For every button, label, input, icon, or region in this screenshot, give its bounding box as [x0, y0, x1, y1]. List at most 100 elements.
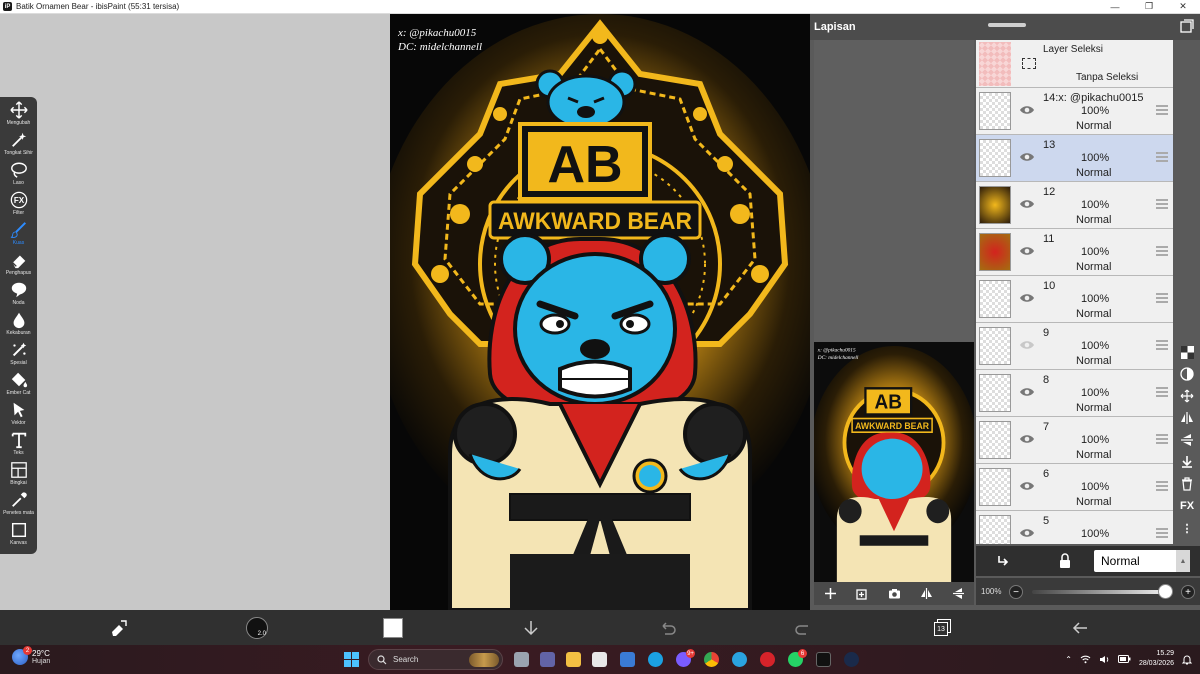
tool-vector[interactable]: Vektor — [0, 401, 37, 431]
add-layer-icon[interactable] — [824, 587, 837, 600]
checkerboard-icon[interactable] — [1180, 344, 1194, 360]
color-button[interactable] — [382, 618, 404, 638]
layer-thumbnail[interactable] — [979, 327, 1011, 365]
tool-canvas[interactable]: Kanvas — [0, 521, 37, 551]
layer-row[interactable]: 7 100% Normal — [976, 417, 1173, 464]
more-options-icon[interactable]: ⋮ — [1180, 520, 1194, 536]
notepad-icon[interactable] — [620, 652, 635, 667]
panel-expand-icon[interactable] — [1180, 19, 1194, 33]
taskbar-search[interactable]: Search — [368, 649, 503, 670]
flip-layer-vertical-icon[interactable] — [1180, 432, 1194, 448]
camera-icon[interactable] — [888, 587, 901, 600]
drag-handle-icon[interactable] — [1156, 152, 1168, 162]
layer-row[interactable]: 13 100% Normal — [976, 135, 1173, 182]
layer-row[interactable]: 8 100% Normal — [976, 370, 1173, 417]
layer-row[interactable]: 9 100% Normal — [976, 323, 1173, 370]
opacity-decrease-button[interactable]: − — [1009, 585, 1023, 599]
file-explorer-icon[interactable] — [566, 652, 581, 667]
messenger-icon[interactable]: 9+ — [676, 649, 695, 667]
tool-lasso[interactable]: Laso — [0, 161, 37, 191]
visibility-eye-icon[interactable] — [1019, 527, 1035, 539]
layer-thumbnail[interactable] — [979, 186, 1011, 224]
tool-eyedropper[interactable]: Penetes mata — [0, 491, 37, 521]
flip-vertical-icon[interactable] — [952, 587, 965, 600]
layer-thumbnail[interactable] — [979, 374, 1011, 412]
visibility-eye-icon[interactable] — [1019, 292, 1035, 304]
whatsapp-icon[interactable]: 6 — [788, 649, 807, 667]
flip-layer-horizontal-icon[interactable] — [1180, 410, 1194, 426]
tool-paint-bucket[interactable]: Ember Cat — [0, 371, 37, 401]
brush-size-button[interactable]: 2.0 — [244, 617, 270, 639]
start-button[interactable] — [344, 652, 359, 667]
flip-horizontal-icon[interactable] — [920, 587, 933, 600]
teams-icon[interactable] — [540, 652, 555, 667]
canvas-preview-thumbnail[interactable]: AB AWKWARD BEAR x: @pikachu0015 DC: mide… — [814, 342, 974, 582]
tool-blur[interactable]: Kekaburan — [0, 311, 37, 341]
quick-tools-button[interactable] — [108, 618, 130, 638]
layer-row[interactable]: 10 100% Normal — [976, 276, 1173, 323]
layer-thumbnail[interactable] — [979, 92, 1011, 130]
app-taskbar-icon[interactable] — [844, 652, 859, 667]
layer-thumbnail[interactable] — [979, 421, 1011, 459]
visibility-eye-icon[interactable] — [1019, 245, 1035, 257]
layer-list[interactable]: Layer Seleksi Tanpa Seleksi 14:x: @pikac… — [976, 40, 1173, 544]
visibility-eye-icon[interactable] — [1019, 151, 1035, 163]
layer-row[interactable]: 11 100% Normal — [976, 229, 1173, 276]
opacity-slider-track[interactable] — [1032, 590, 1166, 594]
visibility-eye-icon[interactable] — [1019, 433, 1035, 445]
layer-row[interactable]: 12 100% Normal — [976, 182, 1173, 229]
panel-drag-handle[interactable] — [988, 23, 1026, 27]
tool-transform[interactable]: Mengubah — [0, 101, 37, 131]
drag-handle-icon[interactable] — [1156, 528, 1168, 538]
layer-thumbnail[interactable] — [979, 280, 1011, 318]
tool-eraser[interactable]: Penghapus — [0, 251, 37, 281]
drag-handle-icon[interactable] — [1156, 340, 1168, 350]
duplicate-layer-icon[interactable] — [855, 587, 869, 600]
tool-smudge[interactable]: Noda — [0, 281, 37, 311]
layer-thumbnail[interactable] — [979, 515, 1011, 544]
chrome-icon[interactable] — [704, 652, 719, 667]
back-button[interactable] — [1069, 618, 1091, 638]
layer-thumbnail[interactable] — [979, 468, 1011, 506]
edge-icon[interactable] — [648, 652, 663, 667]
visibility-eye-icon[interactable] — [1019, 104, 1035, 116]
layer-thumbnail[interactable] — [979, 233, 1011, 271]
visibility-eye-icon[interactable] — [1019, 386, 1035, 398]
layers-button[interactable]: 13 — [932, 618, 954, 638]
opacity-increase-button[interactable]: + — [1181, 585, 1195, 599]
weather-widget[interactable]: 2 29°C Hujan — [12, 646, 50, 665]
tool-special[interactable]: Spesial — [0, 341, 37, 371]
speaker-icon[interactable] — [1099, 655, 1110, 664]
telegram-icon[interactable] — [732, 652, 747, 667]
drag-handle-icon[interactable] — [1156, 481, 1168, 491]
drawing-canvas[interactable]: AB AWKWARD BEAR x: @pikachu0015 DC: mide… — [390, 14, 810, 610]
clipping-arrow-icon[interactable] — [996, 554, 1010, 568]
down-arrow-button[interactable] — [520, 618, 542, 638]
task-view-icon[interactable] — [514, 652, 529, 667]
selection-layer-row[interactable]: Layer Seleksi Tanpa Seleksi — [976, 40, 1173, 88]
layer-thumbnail[interactable] — [979, 139, 1011, 177]
redo-button[interactable] — [795, 618, 809, 638]
alpha-lock-icon[interactable] — [1058, 553, 1072, 569]
layer-fx-icon[interactable]: FX — [1180, 498, 1194, 514]
tool-frame[interactable]: Bingkai — [0, 461, 37, 491]
undo-button[interactable] — [657, 618, 679, 638]
notification-bell-icon[interactable] — [1182, 654, 1192, 665]
opacity-slider-knob[interactable] — [1158, 584, 1173, 599]
drag-handle-icon[interactable] — [1156, 434, 1168, 444]
tool-filter[interactable]: FX Filter — [0, 191, 37, 221]
move-layer-icon[interactable] — [1180, 388, 1194, 404]
close-button[interactable]: ✕ — [1166, 0, 1200, 14]
drag-handle-icon[interactable] — [1156, 387, 1168, 397]
opacity-circle-icon[interactable] — [1180, 366, 1194, 382]
drag-handle-icon[interactable] — [1156, 105, 1168, 115]
visibility-eye-icon[interactable] — [1019, 198, 1035, 210]
drag-handle-icon[interactable] — [1156, 293, 1168, 303]
delete-layer-icon[interactable] — [1180, 476, 1194, 492]
restore-button[interactable]: ❐ — [1132, 0, 1166, 14]
minimize-button[interactable]: — — [1098, 0, 1132, 14]
layer-row[interactable]: 6 100% Normal — [976, 464, 1173, 511]
ibispaint-taskbar-icon[interactable] — [816, 652, 831, 667]
tool-text[interactable]: Teks — [0, 431, 37, 461]
battery-icon[interactable] — [1117, 655, 1131, 663]
